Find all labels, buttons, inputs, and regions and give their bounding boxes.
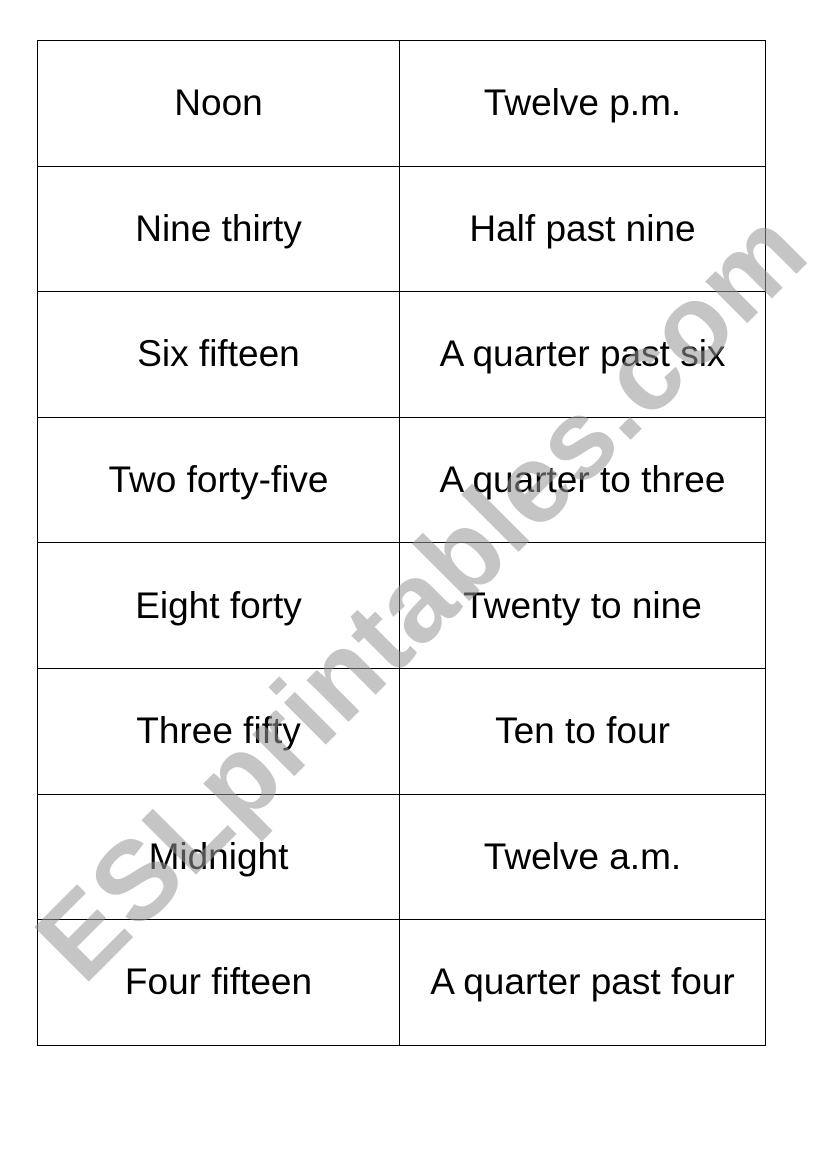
card-time-words: Four fifteen: [37, 919, 400, 1046]
card-time-words: Three fifty: [37, 667, 400, 795]
card-time-phrase: Ten to four: [399, 667, 766, 795]
card-time-phrase: A quarter past four: [399, 919, 766, 1046]
table-row: Two forty-five A quarter to three: [37, 416, 766, 544]
card-time-phrase: A quarter to three: [399, 416, 766, 544]
table-row: Midnight Twelve a.m.: [37, 793, 766, 921]
table-row: Six fifteen A quarter past six: [37, 291, 766, 418]
table-row: Eight forty Twenty to nine: [37, 542, 766, 669]
time-matching-cards-table: Noon Twelve p.m. Nine thirty Half past n…: [37, 40, 766, 1046]
card-time-words: Midnight: [37, 793, 400, 921]
card-time-words: Eight forty: [37, 542, 400, 669]
card-time-phrase: Twelve a.m.: [399, 793, 766, 921]
card-time-words: Nine thirty: [37, 165, 400, 293]
card-time-phrase: Twelve p.m.: [399, 40, 766, 167]
card-time-words: Noon: [37, 40, 400, 167]
table-row: Nine thirty Half past nine: [37, 165, 766, 293]
card-time-words: Two forty-five: [37, 416, 400, 544]
table-row: Four fifteen A quarter past four: [37, 919, 766, 1046]
card-time-phrase: A quarter past six: [399, 291, 766, 418]
table-row: Noon Twelve p.m.: [37, 40, 766, 167]
card-time-phrase: Twenty to nine: [399, 542, 766, 669]
card-time-phrase: Half past nine: [399, 165, 766, 293]
table-row: Three fifty Ten to four: [37, 667, 766, 795]
card-time-words: Six fifteen: [37, 291, 400, 418]
